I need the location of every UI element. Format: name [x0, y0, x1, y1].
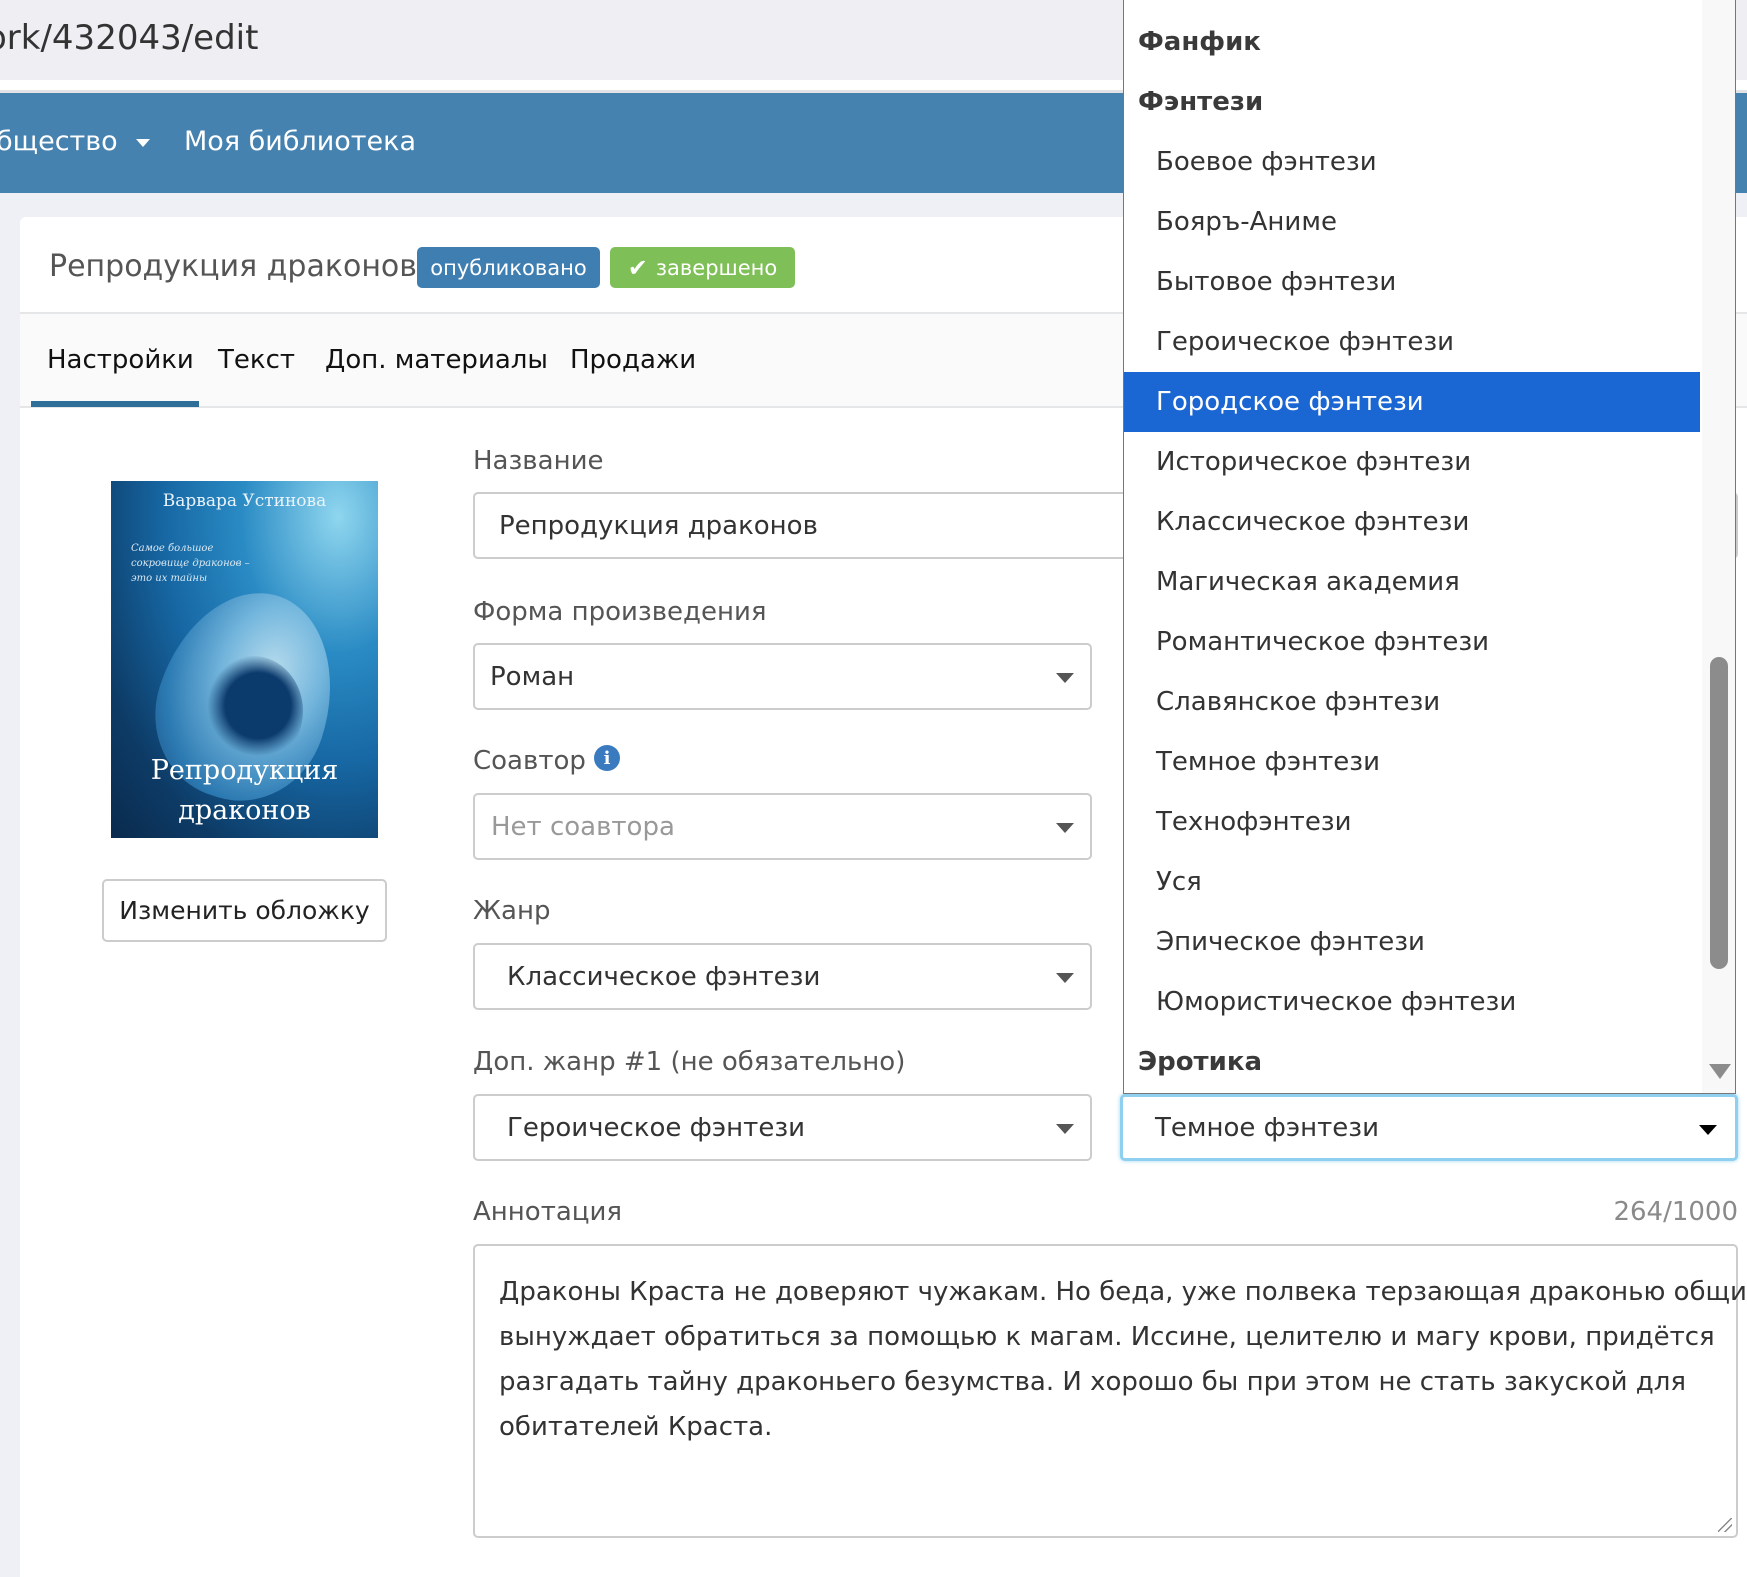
- chevron-down-icon: [1699, 1125, 1717, 1135]
- cover-dragon-art: [203, 656, 303, 766]
- info-icon[interactable]: i: [594, 745, 620, 771]
- annotation-line: Драконы Краста не доверяют чужакам. Но б…: [499, 1277, 1747, 1307]
- coauthor-select[interactable]: Нет соавтора: [473, 793, 1092, 860]
- nav-my-library[interactable]: Моя библиотека: [184, 126, 416, 157]
- dropdown-option[interactable]: Героическое фэнтези: [1124, 312, 1700, 372]
- annotation-char-counter: 264/1000: [1613, 1197, 1738, 1227]
- coauthor-placeholder: Нет соавтора: [491, 811, 675, 842]
- chevron-down-icon: [1056, 823, 1074, 833]
- dropdown-option[interactable]: Темное фэнтези: [1124, 732, 1700, 792]
- genre-select-value: Классическое фэнтези: [507, 961, 821, 992]
- dropdown-scrollbar-thumb[interactable]: [1710, 657, 1728, 969]
- chevron-down-icon: [1056, 973, 1074, 983]
- dropdown-option[interactable]: Славянское фэнтези: [1124, 672, 1700, 732]
- cover-title-line: драконов: [178, 795, 311, 826]
- coauthor-label: Соавтор: [473, 746, 586, 776]
- extra-genre1-value: Героическое фэнтези: [507, 1112, 806, 1143]
- tab-sales[interactable]: Продажи: [570, 345, 696, 375]
- extra-genre1-select[interactable]: Героическое фэнтези: [473, 1094, 1092, 1161]
- book-cover-image: Варвара Устинова Самое большое сокровище…: [111, 481, 378, 838]
- dropdown-option[interactable]: Эпическое фэнтези: [1124, 912, 1700, 972]
- annotation-line: обитателей Краста.: [499, 1412, 773, 1442]
- extra-genre2-select[interactable]: Темное фэнтези: [1120, 1094, 1738, 1161]
- dropdown-option[interactable]: Технофэнтези: [1124, 792, 1700, 852]
- genre-label: Жанр: [473, 896, 551, 926]
- url-text[interactable]: ork/432043/edit: [0, 18, 258, 58]
- dropdown-option[interactable]: Магическая академия: [1124, 552, 1700, 612]
- chevron-down-icon: [136, 138, 151, 147]
- dropdown-option[interactable]: Боевое фэнтези: [1124, 132, 1700, 192]
- extra-genre2-value: Темное фэнтези: [1155, 1112, 1380, 1143]
- status-badge-published: опубликовано: [417, 247, 600, 288]
- tab-extra-materials[interactable]: Доп. материалы: [325, 345, 548, 375]
- change-cover-button[interactable]: Изменить обложку: [102, 879, 387, 942]
- genre-dropdown-list[interactable]: Фанфик Фэнтези Боевое фэнтези Бояръ-Аниме Бы…: [1123, 0, 1736, 1094]
- page-title: Репродукция драконов: [49, 249, 417, 284]
- annotation-line: вынуждает обратиться за помощью к магам.…: [499, 1322, 1715, 1352]
- extra-genre1-label: Доп. жанр #1 (не обязательно): [473, 1047, 906, 1077]
- dropdown-option[interactable]: Городское фэнтези: [1124, 372, 1700, 432]
- name-input-value: Репродукция драконов: [499, 510, 818, 541]
- dropdown-group-header: Эротика: [1138, 1047, 1263, 1077]
- scroll-down-arrow-icon[interactable]: [1709, 1064, 1731, 1079]
- tab-settings[interactable]: Настройки: [47, 345, 194, 375]
- tab-text[interactable]: Текст: [218, 345, 295, 375]
- dropdown-option[interactable]: Романтическое фэнтези: [1124, 612, 1700, 672]
- chevron-down-icon: [1056, 673, 1074, 683]
- nav-community-menu[interactable]: бщество: [0, 126, 151, 157]
- status-badge-completed: ✔ завершено: [610, 247, 795, 288]
- genre-select[interactable]: Классическое фэнтези: [473, 943, 1092, 1010]
- dropdown-group-header: Фанфик: [1138, 27, 1261, 57]
- annotation-label: Аннотация: [473, 1197, 623, 1227]
- cover-title-line: Репродукция: [150, 755, 339, 786]
- dropdown-option[interactable]: Бояръ-Аниме: [1124, 192, 1700, 252]
- dropdown-option[interactable]: Уся: [1124, 852, 1700, 912]
- status-badge-completed-label: завершено: [655, 255, 778, 280]
- dropdown-option[interactable]: Классическое фэнтези: [1124, 492, 1700, 552]
- active-tab-indicator: [31, 401, 199, 407]
- nav-community-label: бщество: [0, 126, 118, 157]
- check-icon: ✔: [627, 253, 648, 282]
- dropdown-option[interactable]: Юмористическое фэнтези: [1124, 972, 1700, 1032]
- chevron-down-icon: [1056, 1124, 1074, 1134]
- annotation-textarea[interactable]: Драконы Краста не доверяют чужакам. Но б…: [473, 1244, 1747, 1538]
- dropdown-option[interactable]: Бытовое фэнтези: [1124, 252, 1700, 312]
- form-select[interactable]: Роман: [473, 643, 1092, 710]
- cover-title: Репродукция драконов: [111, 751, 378, 831]
- cover-tagline: Самое большое сокровище драконов – это и…: [131, 543, 250, 584]
- dropdown-option[interactable]: Историческое фэнтези: [1124, 432, 1700, 492]
- form-label: Форма произведения: [473, 597, 767, 627]
- name-label: Название: [473, 446, 604, 476]
- resize-grip-icon[interactable]: [1718, 1518, 1732, 1532]
- cover-author: Варвара Устинова: [162, 491, 327, 511]
- annotation-line: разгадать тайну драконьего безумства. И …: [499, 1367, 1686, 1397]
- form-select-value: Роман: [490, 661, 575, 692]
- dropdown-group-header: Фэнтези: [1138, 87, 1264, 117]
